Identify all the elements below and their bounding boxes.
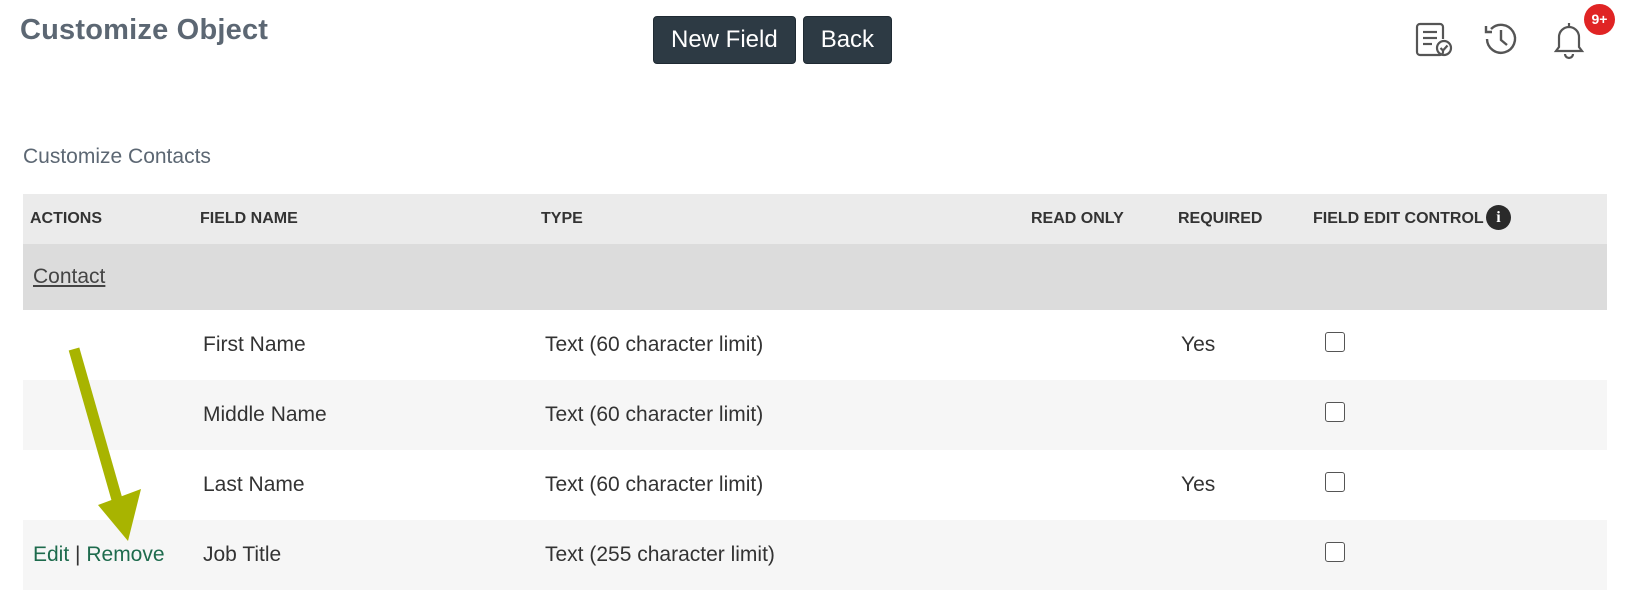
row-actions: Edit | Remove (33, 543, 165, 567)
field-edit-control-checkbox[interactable] (1325, 472, 1345, 492)
annotation-arrow-icon (68, 347, 141, 541)
column-header-type: TYPE (541, 210, 583, 227)
edit-link[interactable]: Edit (33, 543, 69, 566)
required-cell: Yes (1181, 333, 1216, 356)
group-link-contact[interactable]: Contact (33, 265, 105, 289)
column-header-field-name: FIELD NAME (200, 210, 298, 227)
field-edit-control-checkbox[interactable] (1325, 542, 1345, 562)
field-name-cell: First Name (203, 333, 306, 356)
section-title: Customize Contacts (23, 145, 211, 168)
back-button[interactable]: Back (802, 16, 893, 64)
page-title: Customize Object (20, 14, 269, 46)
column-header-field-edit-control: FIELD EDIT CONTROL (1313, 210, 1484, 227)
column-header-read-only: READ ONLY (1031, 210, 1124, 227)
field-edit-control-checkbox[interactable] (1325, 402, 1345, 422)
required-cell: Yes (1181, 473, 1216, 496)
actions-separator: | (75, 543, 81, 566)
column-header-actions: ACTIONS (30, 210, 102, 227)
field-name-cell: Last Name (203, 473, 305, 496)
table-row: Middle Name Text (60 character limit) (23, 380, 1607, 450)
field-name-cell: Middle Name (203, 403, 327, 426)
group-row: Contact (23, 244, 1607, 310)
fields-table: ACTIONS FIELD NAME TYPE READ ONLY REQUIR… (23, 194, 1607, 590)
field-name-cell: Job Title (203, 543, 282, 566)
column-header-required: REQUIRED (1178, 210, 1263, 227)
table-row: First Name Text (60 character limit) Yes (23, 310, 1607, 380)
type-cell: Text (60 character limit) (545, 473, 764, 496)
history-icon[interactable] (1478, 16, 1524, 62)
header-icons (1410, 16, 1610, 64)
remove-link[interactable]: Remove (86, 543, 164, 566)
table-row: Last Name Text (60 character limit) Yes (23, 450, 1607, 520)
field-edit-control-checkbox[interactable] (1325, 332, 1345, 352)
table-header: ACTIONS FIELD NAME TYPE READ ONLY REQUIR… (23, 194, 1607, 244)
type-cell: Text (60 character limit) (545, 333, 764, 356)
info-icon[interactable]: i (1486, 205, 1511, 230)
task-list-icon[interactable] (1410, 16, 1456, 62)
table-row: Edit | Remove Job Title Text (255 charac… (23, 520, 1607, 590)
header-actions: New Field Back (653, 16, 893, 64)
notification-badge: 9+ (1584, 4, 1615, 35)
type-cell: Text (60 character limit) (545, 403, 764, 426)
new-field-button[interactable]: New Field (653, 16, 796, 64)
type-cell: Text (255 character limit) (545, 543, 775, 566)
